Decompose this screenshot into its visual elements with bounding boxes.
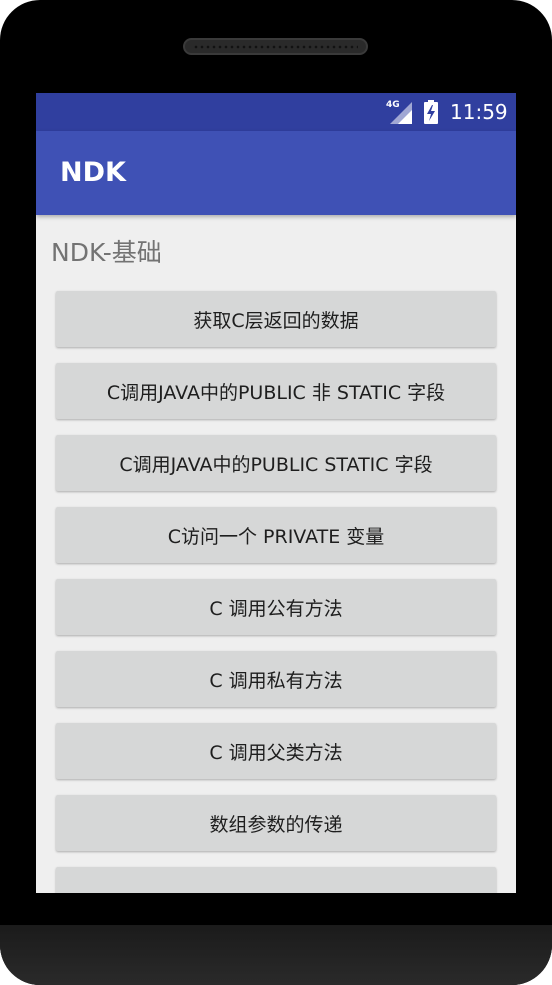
battery-charging-icon [424,100,438,124]
network-type-label: 4G [386,100,400,110]
section-title: NDK-基础 [51,238,162,267]
access-public-nonstatic-field-button[interactable]: C调用JAVA中的PUBLIC 非 STATIC 字段 [56,363,496,419]
app-toolbar: NDK [36,131,516,215]
device-screen: 4G 11:59 NDK NDK-基础 获取C层返回的数据 C调用JAVA中的P… [36,93,516,893]
call-private-method-button[interactable]: C 调用私有方法 [56,651,496,707]
access-private-variable-button[interactable]: C访问一个 PRIVATE 变量 [56,507,496,563]
call-parent-method-button[interactable]: C 调用父类方法 [56,723,496,779]
app-title: NDK [60,157,126,188]
button-label: C 调用公有方法 [209,597,343,620]
status-bar: 4G 11:59 [36,93,516,131]
get-c-data-button[interactable]: 获取C层返回的数据 [56,291,496,347]
button-label: 获取C层返回的数据 [193,309,359,332]
button-label: 数组参数的传递 [209,813,343,836]
button-label: C 调用私有方法 [209,669,343,692]
status-time: 11:59 [450,100,508,124]
partially-visible-button[interactable] [56,867,496,893]
call-public-method-button[interactable]: C 调用公有方法 [56,579,496,635]
phone-bottom-bezel [0,925,552,985]
earpiece-speaker [183,38,368,55]
button-label: C访问一个 PRIVATE 变量 [167,525,385,548]
button-label: C调用JAVA中的PUBLIC 非 STATIC 字段 [106,381,446,404]
array-parameter-button[interactable]: 数组参数的传递 [56,795,496,851]
phone-frame: 4G 11:59 NDK NDK-基础 获取C层返回的数据 C调用JAVA中的P… [0,0,552,985]
access-public-static-field-button[interactable]: C调用JAVA中的PUBLIC STATIC 字段 [56,435,496,491]
button-label: C 调用父类方法 [209,741,343,764]
button-label: C调用JAVA中的PUBLIC STATIC 字段 [119,453,433,476]
